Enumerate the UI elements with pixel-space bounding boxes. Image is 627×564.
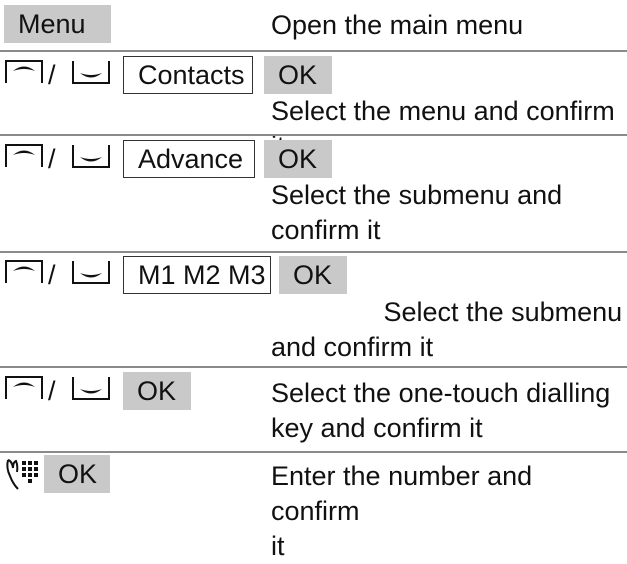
- keypad-hand-icon[interactable]: [4, 456, 42, 494]
- step-3-description: Select the submenu and confirm it: [271, 180, 563, 245]
- menu-key[interactable]: Menu: [4, 5, 111, 43]
- nav-up-icon[interactable]: [4, 58, 44, 84]
- nav-up-icon[interactable]: [4, 258, 44, 284]
- step-6-description: Enter the number and confirm it: [271, 461, 533, 561]
- ok-key[interactable]: OK: [44, 455, 110, 493]
- nav-down-icon[interactable]: [71, 60, 111, 86]
- slash-separator: /: [48, 376, 56, 406]
- slash-separator: /: [48, 60, 56, 90]
- ok-key[interactable]: OK: [123, 372, 191, 410]
- separator: [0, 50, 627, 52]
- contacts-option[interactable]: Contacts: [123, 56, 253, 94]
- step-5-description: Select the one-touch dialling key and co…: [271, 378, 611, 443]
- m1-m2-m3-option[interactable]: M1 M2 M3: [123, 256, 271, 294]
- step-4-description: Select the submenu and confirm it: [271, 297, 623, 362]
- separator: [0, 251, 627, 253]
- separator: [0, 451, 627, 453]
- slash-separator: /: [48, 144, 56, 174]
- ok-key[interactable]: OK: [264, 140, 332, 178]
- slash-separator: /: [48, 260, 56, 290]
- advance-option[interactable]: Advance: [123, 140, 255, 178]
- step-1-description: Open the main menu: [271, 10, 524, 40]
- nav-down-icon[interactable]: [71, 376, 111, 402]
- ok-key[interactable]: OK: [264, 56, 332, 94]
- ok-key[interactable]: OK: [279, 256, 347, 294]
- nav-up-icon[interactable]: [4, 142, 44, 168]
- separator: [0, 366, 627, 368]
- nav-up-icon[interactable]: [4, 374, 44, 400]
- separator: [0, 134, 627, 136]
- nav-down-icon[interactable]: [71, 144, 111, 170]
- nav-down-icon[interactable]: [71, 260, 111, 286]
